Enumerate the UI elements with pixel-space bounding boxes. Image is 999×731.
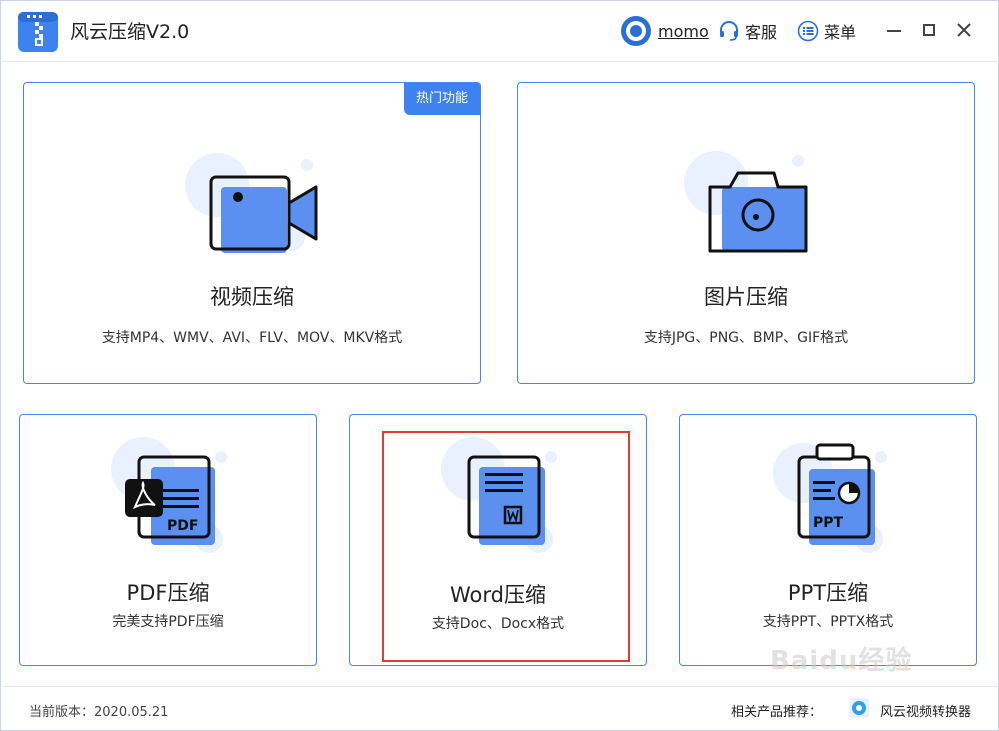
title-bar: 风云压缩V2.0 momo 客服 菜单 xyxy=(0,0,999,62)
hot-feature-badge: 热门功能 xyxy=(404,83,480,115)
pdf-card-title: PDF压缩 xyxy=(126,581,210,605)
menu-list-icon xyxy=(797,20,819,42)
image-card-title: 图片压缩 xyxy=(704,285,788,309)
headset-icon xyxy=(720,21,738,41)
word-card-description: 支持Doc、Docx格式 xyxy=(431,616,565,632)
video-card-description: 支持MP4、WMV、AVI、FLV、MOV、MKV格式 xyxy=(101,330,403,346)
word-compress-card[interactable]: Word压缩 支持Doc、Docx格式 xyxy=(349,414,647,666)
user-account[interactable]: momo xyxy=(620,14,709,48)
app-logo-icon xyxy=(18,12,58,52)
app-title: 风云压缩V2.0 xyxy=(70,21,190,43)
maximize-icon[interactable] xyxy=(919,20,939,40)
customer-service-label: 客服 xyxy=(745,23,778,42)
video-camera-icon xyxy=(185,153,318,253)
pdf-file-icon: PDF xyxy=(111,437,227,553)
ppt-file-icon: PPT xyxy=(773,443,887,553)
version-label: 当前版本：2020.05.21 xyxy=(29,705,169,720)
image-card-description: 支持JPG、PNG、BMP、GIF格式 xyxy=(643,330,849,346)
close-icon[interactable] xyxy=(954,20,974,40)
footer-divider xyxy=(0,686,999,687)
title-divider xyxy=(0,61,999,62)
pdf-compress-card[interactable]: PDF PDF压缩 完美支持PDF压缩 xyxy=(19,414,317,666)
video-card-title: 视频压缩 xyxy=(210,285,294,309)
ppt-card-description: 支持PPT、PPTX格式 xyxy=(762,614,894,630)
pdf-icon-text: PDF xyxy=(167,518,198,534)
word-file-icon xyxy=(441,437,557,553)
username-link[interactable]: momo xyxy=(658,22,709,41)
related-product-link[interactable]: 风云视频转换器 xyxy=(880,701,971,720)
minimize-icon[interactable] xyxy=(884,20,904,40)
menu-button[interactable]: 菜单 xyxy=(797,14,856,48)
image-compress-card[interactable]: 图片压缩 支持JPG、PNG、BMP、GIF格式 xyxy=(517,82,975,384)
related-products-label: 相关产品推荐： xyxy=(731,705,823,720)
avatar-icon xyxy=(621,16,651,46)
pdf-card-description: 完美支持PDF压缩 xyxy=(112,614,224,630)
ppt-card-title: PPT压缩 xyxy=(787,581,869,605)
video-compress-card[interactable]: 热门功能 视频压缩 支持MP4、WMV、AVI、FLV、MOV、MKV格式 xyxy=(23,82,481,384)
word-card-title: Word压缩 xyxy=(450,583,546,607)
video-converter-app-icon[interactable] xyxy=(848,697,870,719)
customer-service-button[interactable]: 客服 xyxy=(718,14,777,48)
camera-icon xyxy=(684,151,808,253)
menu-label: 菜单 xyxy=(824,23,857,42)
ppt-icon-text: PPT xyxy=(813,515,844,531)
ppt-compress-card[interactable]: PPT PPT压缩 支持PPT、PPTX格式 xyxy=(679,414,977,666)
